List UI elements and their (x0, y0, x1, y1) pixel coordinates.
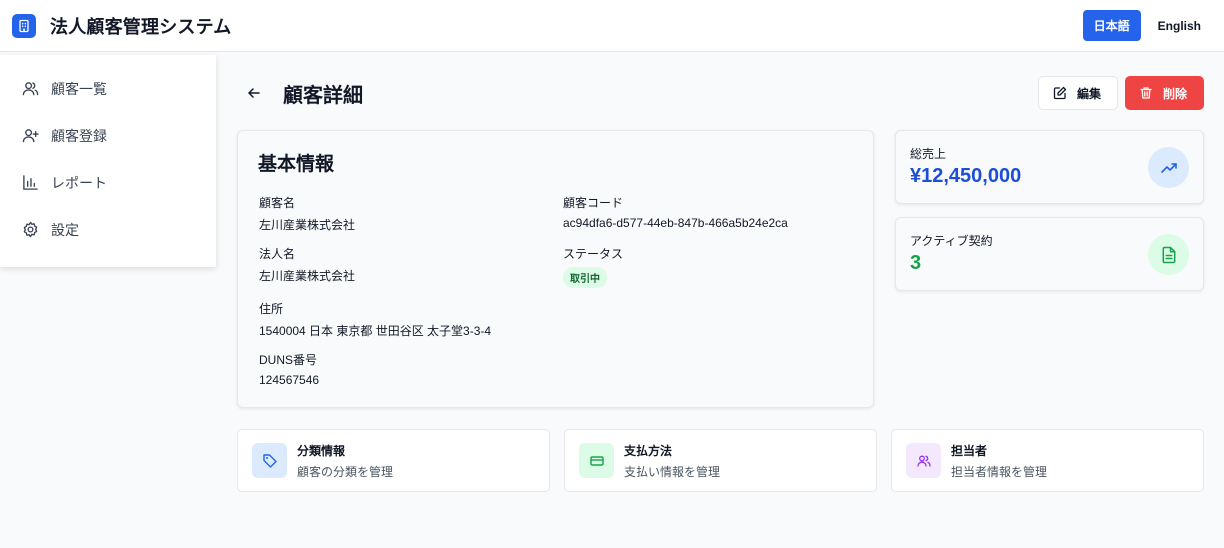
address-value: 1540004 日本 東京都 世田谷区 太子堂3-3-4 (259, 324, 492, 338)
classification-title: 分類情報 (297, 443, 346, 458)
brand: 法人顧客管理システム (12, 13, 231, 39)
customer-code-value: ac94dfa6-d577-44eb-847b-466a5b24e2ca (563, 216, 788, 230)
contacts-link-card[interactable]: 担当者 担当者情報を管理 (891, 429, 1204, 492)
delete-label: 削除 (1163, 86, 1188, 101)
people-icon (906, 443, 941, 478)
classification-subtitle: 顧客の分類を管理 (297, 464, 394, 479)
sidebar: 顧客一覧 顧客登録 レポート 設定 (0, 55, 216, 267)
address-label: 住所 (259, 302, 284, 316)
contacts-subtitle: 担当者情報を管理 (951, 464, 1048, 479)
payment-subtitle: 支払い情報を管理 (624, 464, 721, 479)
status-field: ステータス 取引中 (563, 245, 623, 288)
edit-label: 編集 (1077, 86, 1102, 101)
status-badge: 取引中 (563, 267, 607, 288)
sidebar-item-label: レポート (51, 174, 107, 191)
users-icon (22, 82, 39, 96)
customer-name-value: 左川産業株式会社 (259, 218, 356, 232)
payment-title: 支払方法 (624, 443, 673, 458)
page-header: 顧客詳細 編集 削除 (237, 76, 1204, 110)
edit-button[interactable]: 編集 (1038, 76, 1118, 110)
trash-icon (1140, 87, 1152, 99)
delete-button[interactable]: 削除 (1125, 76, 1204, 110)
page-title: 顧客詳細 (283, 84, 363, 107)
corporate-name-field: 法人名 左川産業株式会社 (259, 245, 355, 284)
duns-label: DUNS番号 (259, 353, 318, 367)
address-field: 住所 1540004 日本 東京都 世田谷区 太子堂3-3-4 (259, 300, 491, 339)
building-icon (12, 13, 36, 38)
customer-code-label: 顧客コード (563, 196, 624, 210)
credit-card-icon (579, 443, 614, 478)
sidebar-item-label: 顧客登録 (51, 127, 107, 144)
gear-icon (23, 221, 38, 238)
user-plus-icon (22, 129, 39, 143)
sidebar-item-label: 設定 (51, 221, 79, 238)
contacts-title: 担当者 (951, 443, 988, 458)
document-icon (1148, 234, 1189, 275)
sidebar-item-settings[interactable]: 設定 (0, 206, 216, 253)
sidebar-item-customer-list[interactable]: 顧客一覧 (0, 65, 216, 112)
tag-icon (252, 443, 287, 478)
edit-icon (1053, 86, 1067, 100)
duns-field: DUNS番号 124567546 (259, 351, 319, 387)
status-label: ステータス (563, 247, 624, 261)
sidebar-item-report[interactable]: レポート (0, 159, 216, 206)
basic-info-title: 基本情報 (258, 154, 335, 175)
corporate-name-label: 法人名 (259, 247, 296, 261)
duns-value: 124567546 (259, 373, 320, 387)
corporate-name-value: 左川産業株式会社 (259, 269, 356, 283)
sidebar-item-label: 顧客一覧 (51, 80, 107, 97)
sidebar-item-customer-register[interactable]: 顧客登録 (0, 112, 216, 159)
payment-link-card[interactable]: 支払方法 支払い情報を管理 (564, 429, 877, 492)
back-arrow-icon[interactable] (247, 85, 263, 101)
customer-name-field: 顧客名 左川産業株式会社 (259, 194, 355, 233)
total-sales-card: 総売上 ¥12,450,000 (895, 130, 1204, 204)
trending-up-icon (1148, 147, 1189, 188)
language-japanese-button[interactable]: 日本語 (1082, 10, 1141, 41)
app-title: 法人顧客管理システム (50, 16, 232, 37)
basic-info-card: 基本情報 顧客名 左川産業株式会社 顧客コード ac94dfa6-d577-44… (237, 130, 874, 408)
app-header: 法人顧客管理システム 日本語 English (0, 0, 1224, 52)
active-contracts-card: アクティブ契約 3 (895, 217, 1204, 291)
active-contracts-label: アクティブ契約 (910, 234, 993, 248)
customer-name-label: 顧客名 (259, 196, 296, 210)
bar-chart-icon (23, 175, 38, 190)
customer-code-field: 顧客コード ac94dfa6-d577-44eb-847b-466a5b24e2… (563, 194, 788, 230)
language-english-button[interactable]: English (1147, 10, 1212, 41)
language-switcher: 日本語 English (1082, 10, 1212, 41)
total-sales-label: 総売上 (910, 147, 947, 161)
classification-link-card[interactable]: 分類情報 顧客の分類を管理 (237, 429, 550, 492)
